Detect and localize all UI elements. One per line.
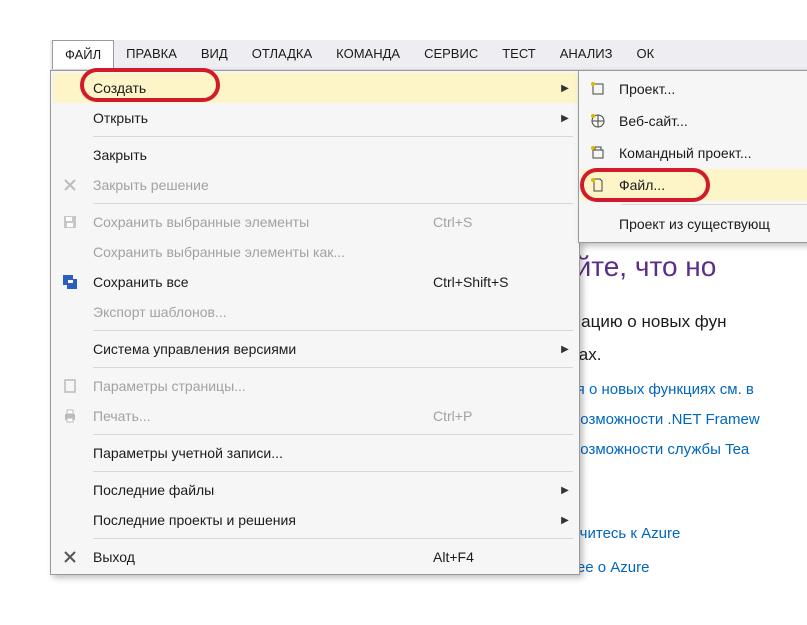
menu-team[interactable]: КОМАНДА (324, 40, 412, 69)
menuitem-close-label: Закрыть (87, 147, 433, 163)
bg-line1: рмацию о новых фун (560, 308, 807, 335)
menuitem-exit-shortcut: Alt+F4 (433, 549, 553, 565)
background-content: айте, что но рмацию о новых фун елах. ни… (560, 190, 807, 586)
submenu-file-label: Файл... (615, 177, 807, 193)
submenu-arrow-icon: ▶ (553, 515, 577, 526)
file-dropdown: Создать ▶ Открыть ▶ Закрыть Закрыть реше… (50, 70, 580, 575)
close-icon (53, 549, 87, 565)
menuitem-export-templates-label: Экспорт шаблонов... (87, 304, 433, 320)
bg-line2: елах. (560, 341, 807, 368)
bg-azure1[interactable]: лючитесь к Azure (560, 522, 807, 546)
submenu-from-existing-label: Проект из существующ (615, 216, 807, 232)
menuitem-exit[interactable]: Выход Alt+F4 (53, 542, 577, 572)
menu-separator (93, 434, 573, 435)
menuitem-save-selected-label: Сохранить выбранные элементы (87, 214, 433, 230)
submenu-project-label: Проект... (615, 81, 807, 97)
menu-window[interactable]: ОК (624, 40, 666, 69)
menuitem-recent-files-label: Последние файлы (87, 482, 433, 498)
save-all-icon (53, 274, 87, 290)
bg-azure2[interactable]: бнее о Azure (560, 556, 807, 580)
menubar: ФАЙЛ ПРАВКА ВИД ОТЛАДКА КОМАНДА СЕРВИС Т… (50, 40, 807, 70)
menuitem-page-setup: Параметры страницы... (53, 371, 577, 401)
menuitem-open-label: Открыть (87, 110, 433, 126)
menuitem-save-all-label: Сохранить все (87, 274, 433, 290)
submenu-project[interactable]: Проект... (581, 73, 807, 105)
menuitem-recent-files[interactable]: Последние файлы ▶ (53, 475, 577, 505)
menuitem-source-control[interactable]: Система управления версиями ▶ (53, 334, 577, 364)
menuitem-close-solution: Закрыть решение (53, 170, 577, 200)
menu-analyze[interactable]: АНАЛИЗ (548, 40, 625, 69)
menuitem-account-settings-label: Параметры учетной записи... (87, 445, 433, 461)
menuitem-save-selected: Сохранить выбранные элементы Ctrl+S (53, 207, 577, 237)
menuitem-close-solution-label: Закрыть решение (87, 177, 433, 193)
menuitem-save-selected-as-label: Сохранить выбранные элементы как... (87, 244, 433, 260)
close-icon (53, 177, 87, 193)
menuitem-export-templates: Экспорт шаблонов... (53, 297, 577, 327)
menu-separator (621, 204, 807, 205)
submenu-team-project[interactable]: Командный проект... (581, 137, 807, 169)
menu-test[interactable]: ТЕСТ (490, 40, 548, 69)
submenu-arrow-icon: ▶ (553, 344, 577, 355)
menuitem-save-all[interactable]: Сохранить все Ctrl+Shift+S (53, 267, 577, 297)
submenu-from-existing[interactable]: Проект из существующ (581, 208, 807, 240)
bg-link3[interactable]: е возможности службы Tea (560, 438, 807, 462)
menu-separator (93, 203, 573, 204)
bg-link2[interactable]: е возможности .NET Framew (560, 408, 807, 432)
menuitem-save-selected-shortcut: Ctrl+S (433, 214, 553, 230)
menu-edit[interactable]: ПРАВКА (114, 40, 189, 69)
submenu-arrow-icon: ▶ (553, 83, 577, 94)
print-icon (53, 408, 87, 424)
menu-view[interactable]: ВИД (189, 40, 240, 69)
menu-separator (93, 136, 573, 137)
new-file-icon (581, 177, 615, 193)
bg-heading: айте, что но (560, 245, 807, 290)
menuitem-page-setup-label: Параметры страницы... (87, 378, 433, 394)
menu-separator (93, 330, 573, 331)
new-project-icon (581, 81, 615, 97)
page-setup-icon (53, 378, 87, 394)
menu-debug[interactable]: ОТЛАДКА (240, 40, 324, 69)
menuitem-save-selected-as: Сохранить выбранные элементы как... (53, 237, 577, 267)
menuitem-save-all-shortcut: Ctrl+Shift+S (433, 274, 553, 290)
menuitem-source-control-label: Система управления версиями (87, 341, 433, 357)
menuitem-open[interactable]: Открыть ▶ (53, 103, 577, 133)
submenu-arrow-icon: ▶ (553, 485, 577, 496)
menuitem-account-settings[interactable]: Параметры учетной записи... (53, 438, 577, 468)
menuitem-print-label: Печать... (87, 408, 433, 424)
menu-file[interactable]: ФАЙЛ (52, 40, 114, 69)
menu-separator (93, 538, 573, 539)
menuitem-create-label: Создать (87, 80, 433, 96)
menuitem-print-shortcut: Ctrl+P (433, 408, 553, 424)
submenu-website[interactable]: Веб-сайт... (581, 105, 807, 137)
menuitem-create[interactable]: Создать ▶ (53, 73, 577, 103)
new-website-icon (581, 113, 615, 129)
menuitem-close[interactable]: Закрыть (53, 140, 577, 170)
bg-link1[interactable]: ния о новых функциях см. в (560, 378, 807, 402)
menuitem-print: Печать... Ctrl+P (53, 401, 577, 431)
submenu-team-project-label: Командный проект... (615, 145, 807, 161)
submenu-file[interactable]: Файл... (581, 169, 807, 201)
submenu-arrow-icon: ▶ (553, 113, 577, 124)
menuitem-recent-projects-label: Последние проекты и решения (87, 512, 433, 528)
menuitem-exit-label: Выход (87, 549, 433, 565)
new-team-project-icon (581, 145, 615, 161)
menu-service[interactable]: СЕРВИС (412, 40, 490, 69)
menuitem-recent-projects[interactable]: Последние проекты и решения ▶ (53, 505, 577, 535)
submenu-website-label: Веб-сайт... (615, 113, 807, 129)
create-submenu: Проект... Веб-сайт... Командный проект..… (578, 70, 807, 243)
save-icon (53, 214, 87, 230)
menu-separator (93, 367, 573, 368)
menu-separator (93, 471, 573, 472)
